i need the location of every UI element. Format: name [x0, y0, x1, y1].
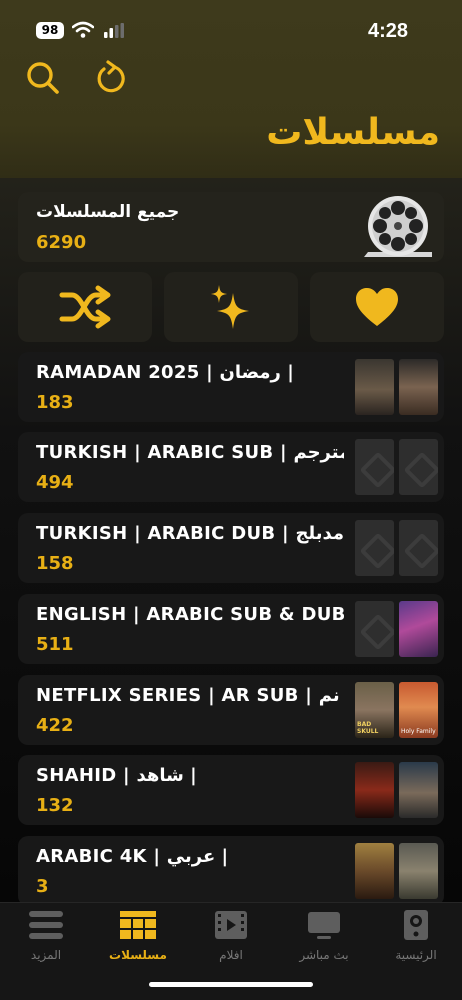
tab-movies[interactable]: افلام [191, 909, 271, 962]
category-title: ENGLISH | ARABIC SUB & DUB [36, 604, 344, 625]
category-count: 494 [36, 472, 74, 493]
wifi-icon [72, 21, 94, 38]
poster-caption: Holy Family [401, 728, 436, 735]
shuffle-button[interactable] [18, 272, 152, 342]
page-title: مسلسلات [266, 112, 440, 153]
tab-label: افلام [219, 948, 243, 962]
category-title: RAMADAN 2025 | رمضان | [36, 362, 294, 383]
poster-thumbnail [355, 762, 394, 818]
all-series-title: جميع المسلسلات [36, 202, 180, 222]
placeholder-thumbnail [355, 520, 394, 576]
placeholder-thumbnail [355, 601, 394, 657]
status-bar: 98 4:28 [0, 18, 462, 44]
shuffle-icon [59, 285, 111, 329]
poster-thumbnail [399, 843, 438, 899]
category-title: TURKISH | ARABIC SUB | مترجم [36, 442, 344, 463]
category-title: NETFLIX SERIES | AR SUB | نم [36, 685, 340, 706]
category-row-english[interactable]: ENGLISH | ARABIC SUB & DUB 511 [18, 594, 444, 664]
menu-icon [29, 911, 63, 939]
category-count: 511 [36, 634, 74, 655]
all-series-card[interactable]: جميع المسلسلات 6290 [18, 192, 444, 262]
placeholder-thumbnail [399, 520, 438, 576]
placeholder-thumbnail [355, 439, 394, 495]
placeholder-thumbnail [399, 439, 438, 495]
tab-label: مسلسلات [109, 948, 167, 962]
category-row-turkish-sub[interactable]: TURKISH | ARABIC SUB | مترجم 494 [18, 432, 444, 502]
poster-thumbnail [355, 843, 394, 899]
home-icon [404, 910, 428, 940]
battery-indicator: 98 [36, 22, 64, 39]
category-row-turkish-dub[interactable]: TURKISH | ARABIC DUB | مدبلج 158 [18, 513, 444, 583]
all-series-count: 6290 [36, 232, 87, 253]
poster-thumbnail: BAD SKULL [355, 682, 394, 738]
poster-thumbnail [399, 601, 438, 657]
tv-icon [308, 912, 340, 939]
category-count: 158 [36, 553, 74, 574]
poster-thumbnail [399, 359, 438, 415]
category-count: 132 [36, 795, 74, 816]
new-button[interactable] [164, 272, 298, 342]
tab-series[interactable]: مسلسلات [98, 909, 178, 962]
refresh-icon[interactable] [90, 58, 130, 98]
tab-label: المزيد [30, 948, 62, 962]
signal-icon [104, 23, 124, 38]
category-count: 183 [36, 392, 74, 413]
category-count: 422 [36, 715, 74, 736]
category-row-ramadan[interactable]: RAMADAN 2025 | رمضان | 183 [18, 352, 444, 422]
category-count: 3 [36, 876, 49, 897]
clock: 4:28 [367, 20, 408, 42]
film-icon [215, 911, 247, 939]
tab-label: بث مباشر [299, 948, 349, 962]
category-title: TURKISH | ARABIC DUB | مدبلج [36, 523, 344, 544]
poster-thumbnail [399, 762, 438, 818]
category-title: ARABIC 4K | عربي | [36, 846, 229, 867]
search-icon[interactable] [24, 58, 64, 98]
tab-live[interactable]: بث مباشر [284, 909, 364, 962]
favorites-button[interactable] [310, 272, 444, 342]
poster-caption: BAD SKULL [357, 721, 379, 735]
category-row-arabic-4k[interactable]: ARABIC 4K | عربي | 3 [18, 836, 444, 906]
category-row-shahid[interactable]: SHAHID | شاهد | 132 [18, 755, 444, 825]
poster-thumbnail [355, 359, 394, 415]
film-reel-icon [364, 196, 432, 257]
tab-label: الرئيسية [395, 948, 437, 962]
poster-thumbnail: Holy Family [399, 682, 438, 738]
series-grid-icon [120, 911, 156, 939]
tab-home[interactable]: الرئيسية [376, 909, 456, 962]
tab-more[interactable]: المزيد [6, 909, 86, 962]
home-indicator [149, 982, 313, 987]
category-row-netflix[interactable]: NETFLIX SERIES | AR SUB | نم 422 BAD SKU… [18, 675, 444, 745]
heart-icon [356, 288, 398, 326]
category-title: SHAHID | شاهد | [36, 765, 197, 786]
sparkles-icon [211, 285, 249, 329]
